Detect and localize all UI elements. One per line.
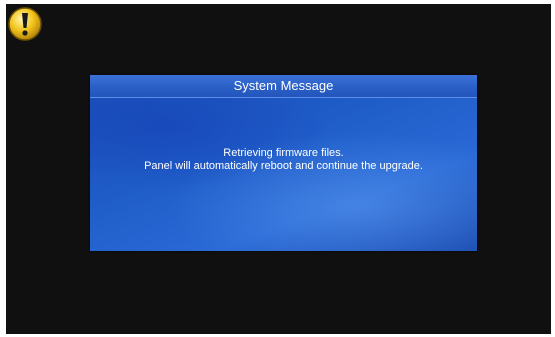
message-line-1: Retrieving firmware files. [223,147,344,159]
warning-icon [7,6,43,42]
dialog-message: Retrieving firmware files. Panel will au… [90,147,477,173]
dialog-title: System Message [90,75,477,98]
message-line-2: Panel will automatically reboot and cont… [144,160,423,172]
panel-screen: System Message Retrieving firmware files… [6,4,551,334]
system-message-dialog: System Message Retrieving firmware files… [90,75,477,251]
